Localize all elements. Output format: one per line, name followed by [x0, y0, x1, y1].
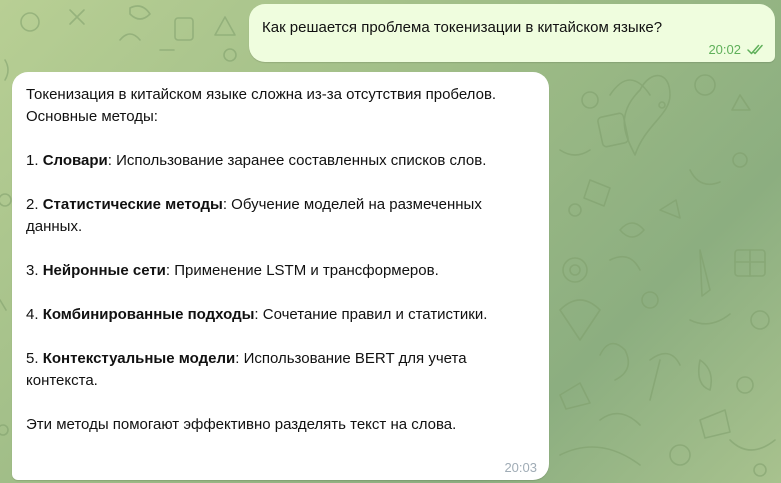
list-item: 1. Словари: Использование заранее состав… — [26, 150, 537, 172]
list-item: 5. Контекстуальные модели: Использование… — [26, 348, 537, 392]
list-item-term: Нейронные сети — [42, 262, 166, 279]
list-item: 4. Комбинированные подходы: Сочетание пр… — [26, 304, 537, 326]
list-item: 3. Нейронные сети: Применение LSTM и тра… — [26, 260, 537, 282]
list-item-number: 4. — [26, 306, 43, 323]
list-item-term: Статистические методы — [42, 196, 223, 213]
outgoing-message-text: Как решается проблема токенизации в кита… — [262, 19, 663, 36]
double-check-icon — [747, 44, 765, 55]
list-item-description: : Применение LSTM и трансформеров. — [165, 262, 439, 279]
outgoing-message[interactable]: Как решается проблема токенизации в кита… — [249, 4, 775, 62]
list-item-term: Словари — [42, 152, 108, 169]
list-item-number: 2. — [26, 196, 43, 213]
list-item: 2. Статистические методы: Обучение модел… — [26, 194, 537, 238]
list-item-term: Комбинированные подходы — [42, 306, 255, 323]
outgoing-message-time: 20:02 — [708, 42, 741, 57]
incoming-message-time: 20:03 — [504, 460, 537, 475]
list-item-number: 5. — [26, 350, 43, 367]
incoming-message[interactable]: Токенизация в китайском языке сложна из-… — [12, 72, 549, 480]
list-item-term: Контекстуальные модели — [42, 350, 236, 367]
list-item-description: : Сочетание правил и статистики. — [254, 306, 488, 323]
list-item-description: : Использование заранее составленных спи… — [107, 152, 487, 169]
incoming-message-intro: Токенизация в китайском языке сложна из-… — [26, 86, 497, 125]
incoming-message-outro: Эти методы помогают эффективно разделять… — [26, 416, 457, 433]
list-item-number: 3. — [26, 262, 43, 279]
outgoing-message-meta: 20:02 — [708, 42, 765, 57]
incoming-message-body: Токенизация в китайском языке сложна из-… — [26, 84, 537, 436]
list-item-number: 1. — [26, 152, 43, 169]
